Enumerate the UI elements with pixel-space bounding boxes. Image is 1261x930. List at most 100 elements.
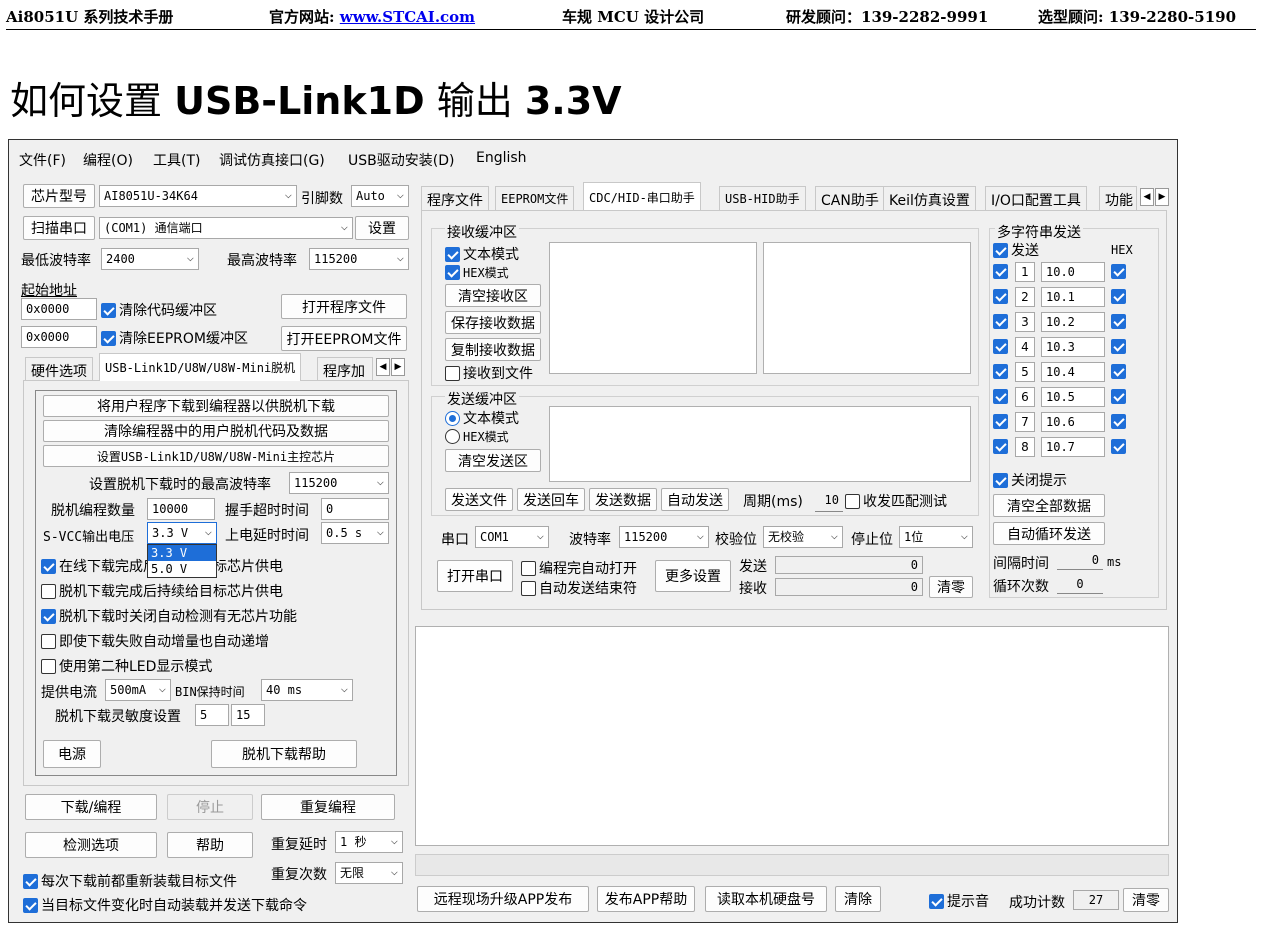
multi-row-6-value[interactable]: 10.5 [1041, 387, 1105, 407]
tab-usb-link1d-offline[interactable]: USB-Link1D/U8W/U8W-Mini脱机 [99, 353, 302, 381]
period-input[interactable]: 10 [815, 490, 843, 512]
port-select[interactable]: (COM1) 通信端口 [99, 217, 353, 239]
multi-row-4-hex-checkbox[interactable] [1111, 339, 1129, 354]
menu-usb-driver[interactable]: USB驱动安装(D) [348, 150, 454, 170]
multi-row-7-number[interactable]: 7 [1015, 412, 1035, 432]
menu-program[interactable]: 编程(O) [83, 150, 133, 170]
multi-row-8-send-checkbox[interactable] [993, 439, 1011, 454]
multi-row-1-hex-checkbox[interactable] [1111, 264, 1129, 279]
app-help-button[interactable]: 发布APP帮助 [597, 886, 695, 912]
download-to-programmer-button[interactable]: 将用户程序下载到编程器以供脱机下载 [43, 395, 389, 417]
menu-tools[interactable]: 工具(T) [153, 150, 200, 170]
multi-row-3-number[interactable]: 3 [1015, 312, 1035, 332]
offline-help-button[interactable]: 脱机下载帮助 [211, 740, 357, 768]
tab-can[interactable]: CAN助手 [815, 186, 885, 210]
disable-chip-detect-checkbox[interactable]: 脱机下载时关闭自动检测有无芯片功能 [41, 606, 297, 626]
multi-row-8-number[interactable]: 8 [1015, 437, 1035, 457]
tab-hardware-options[interactable]: 硬件选项 [25, 357, 93, 381]
send-text-mode-radio[interactable]: 文本模式 [445, 408, 519, 428]
clear-receive-button[interactable]: 清空接收区 [445, 284, 541, 307]
multi-row-6-number[interactable]: 6 [1015, 387, 1035, 407]
scan-port-button[interactable]: 扫描串口 [23, 216, 95, 240]
chip-type-button[interactable]: 芯片型号 [23, 184, 95, 208]
multi-row-7-value[interactable]: 10.6 [1041, 412, 1105, 432]
sensitivity-input-2[interactable]: 15 [231, 704, 265, 726]
interval-input[interactable]: 0 [1057, 552, 1103, 570]
receive-to-file-checkbox[interactable]: 接收到文件 [445, 363, 533, 383]
multi-row-4-value[interactable]: 10.3 [1041, 337, 1105, 357]
tab-program-file[interactable]: 程序文件 [421, 186, 489, 210]
svcc-voltage-select[interactable]: 3.3 V [147, 522, 217, 544]
help-button[interactable]: 帮助 [167, 832, 253, 858]
multi-row-2-number[interactable]: 2 [1015, 287, 1035, 307]
multi-row-5-send-checkbox[interactable] [993, 364, 1011, 379]
menu-file[interactable]: 文件(F) [19, 150, 66, 170]
code-start-address[interactable]: 0x0000 [21, 298, 97, 320]
stop-button[interactable]: 停止 [167, 794, 253, 820]
repeat-program-button[interactable]: 重复编程 [261, 794, 395, 820]
set-master-chip-button[interactable]: 设置USB-Link1D/U8W/U8W-Mini主控芯片 [43, 445, 389, 467]
open-port-button[interactable]: 打开串口 [437, 560, 513, 592]
open-program-file-button[interactable]: 打开程序文件 [281, 294, 407, 319]
stop-bits-select[interactable]: 1位 [899, 526, 973, 548]
tab-scroll-left-icon[interactable]: ◀ [376, 358, 390, 376]
multi-row-2-send-checkbox[interactable] [993, 289, 1011, 304]
handshake-timeout-input[interactable]: 0 [321, 498, 389, 520]
max-baud-select[interactable]: 115200 [309, 248, 409, 270]
tab-eeprom-file[interactable]: EEPROM文件 [495, 186, 575, 210]
port-settings-button[interactable]: 设置 [355, 216, 409, 240]
multi-row-5-hex-checkbox[interactable] [1111, 364, 1129, 379]
recv-text-mode-checkbox[interactable]: 文本模式 [445, 244, 519, 264]
auto-send-button[interactable]: 自动发送 [661, 488, 729, 511]
multi-row-5-value[interactable]: 10.4 [1041, 362, 1105, 382]
baud-select[interactable]: 115200 [619, 526, 709, 548]
close-hint-checkbox[interactable]: 关闭提示 [993, 470, 1067, 490]
copy-receive-button[interactable]: 复制接收数据 [445, 338, 541, 361]
send-cr-button[interactable]: 发送回车 [517, 488, 585, 511]
bin-hold-select[interactable]: 40 ms [261, 679, 353, 701]
reload-before-download-checkbox[interactable]: 每次下载前都重新装载目标文件 [23, 871, 237, 891]
multi-row-4-send-checkbox[interactable] [993, 339, 1011, 354]
clear-output-button[interactable]: 清除 [835, 886, 881, 912]
beep-checkbox[interactable]: 提示音 [929, 891, 989, 911]
right-tab-scroll-left-icon[interactable]: ◀ [1140, 188, 1154, 206]
match-test-checkbox[interactable]: 收发匹配测试 [845, 491, 947, 511]
send-hex-mode-radio[interactable]: HEX模式 [445, 428, 509, 445]
multi-row-1-number[interactable]: 1 [1015, 262, 1035, 282]
multi-row-5-number[interactable]: 5 [1015, 362, 1035, 382]
receive-hex-area[interactable] [763, 242, 971, 374]
power-delay-select[interactable]: 0.5 s [321, 522, 389, 544]
multi-row-1-send-checkbox[interactable] [993, 264, 1011, 279]
auto-send-terminator-checkbox[interactable]: 自动发送结束符 [521, 578, 637, 598]
auto-loop-send-button[interactable]: 自动循环发送 [993, 522, 1105, 545]
min-baud-select[interactable]: 2400 [101, 248, 199, 270]
multi-row-2-hex-checkbox[interactable] [1111, 289, 1129, 304]
multi-row-8-hex-checkbox[interactable] [1111, 439, 1129, 454]
multi-row-2-value[interactable]: 10.1 [1041, 287, 1105, 307]
offline-count-input[interactable]: 10000 [147, 498, 215, 520]
multi-row-3-value[interactable]: 10.2 [1041, 312, 1105, 332]
read-disk-id-button[interactable]: 读取本机硬盘号 [705, 886, 827, 912]
repeat-count-select[interactable]: 无限 [335, 862, 403, 884]
multi-row-3-send-checkbox[interactable] [993, 314, 1011, 329]
save-receive-button[interactable]: 保存接收数据 [445, 311, 541, 334]
tab-io-config[interactable]: I/O口配置工具 [985, 186, 1087, 210]
clear-programmer-code-button[interactable]: 清除编程器中的用户脱机代码及数据 [43, 420, 389, 442]
tab-functions[interactable]: 功能 [1099, 186, 1137, 210]
multi-row-4-number[interactable]: 4 [1015, 337, 1035, 357]
right-tab-scroll-right-icon[interactable]: ▶ [1155, 188, 1169, 206]
download-program-button[interactable]: 下载/编程 [25, 794, 157, 820]
open-eeprom-file-button[interactable]: 打开EEPROM文件 [281, 326, 407, 351]
multi-row-8-value[interactable]: 10.7 [1041, 437, 1105, 457]
multi-row-3-hex-checkbox[interactable] [1111, 314, 1129, 329]
multi-row-7-send-checkbox[interactable] [993, 414, 1011, 429]
tab-keil-debug[interactable]: Keil仿真设置 [883, 186, 976, 210]
repeat-delay-select[interactable]: 1 秒 [335, 831, 403, 853]
clear-counts-button[interactable]: 清零 [929, 576, 973, 598]
clear-all-data-button[interactable]: 清空全部数据 [993, 494, 1105, 517]
receive-text-area[interactable] [549, 242, 757, 374]
parity-select[interactable]: 无校验 [763, 526, 843, 548]
pins-select[interactable]: Auto [351, 185, 409, 207]
multi-send-all-checkbox[interactable]: 发送 [993, 240, 1039, 260]
multi-row-7-hex-checkbox[interactable] [1111, 414, 1129, 429]
